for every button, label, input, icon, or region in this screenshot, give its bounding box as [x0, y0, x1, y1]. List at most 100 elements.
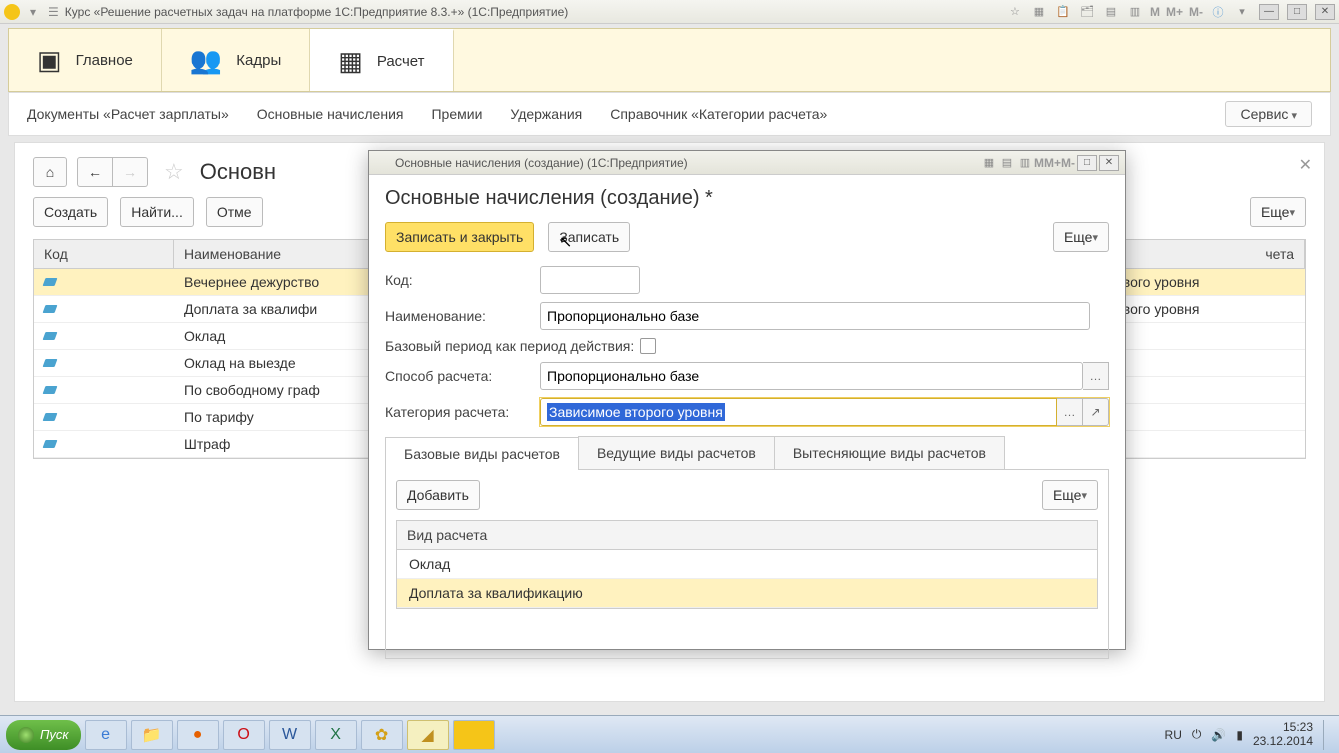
subnav-bonuses[interactable]: Премии [431, 106, 482, 122]
find-button[interactable]: Найти... [120, 197, 194, 227]
help-icon[interactable]: ⓘ [1209, 3, 1227, 21]
task-firefox[interactable]: ● [177, 720, 219, 750]
toolbar-icon[interactable]: ▦ [1030, 3, 1048, 21]
clock[interactable]: 15:23 23.12.2014 [1253, 721, 1313, 747]
dialog-m[interactable]: M [1034, 156, 1044, 170]
category-select[interactable]: Зависимое второго уровня [540, 398, 1057, 426]
subnav-categories[interactable]: Справочник «Категории расчета» [610, 106, 827, 122]
create-dialog: Основные начисления (создание) (1С:Предп… [368, 150, 1126, 650]
cell-category [1105, 404, 1305, 430]
m-button[interactable]: M [1150, 5, 1160, 19]
calculator-icon: ▦ [338, 46, 363, 77]
toolbar-icon[interactable]: ▤ [1102, 3, 1120, 21]
cell-category [1105, 431, 1305, 457]
dialog-m-plus[interactable]: M+ [1044, 156, 1061, 170]
back-button[interactable]: ← [77, 157, 113, 187]
cell-category [1105, 377, 1305, 403]
lang-indicator[interactable]: RU [1165, 728, 1182, 742]
nav-label: Главное [76, 52, 133, 69]
save-button[interactable]: Записать [548, 222, 630, 252]
nav-tab-calc[interactable]: ▦ Расчет [310, 29, 453, 91]
create-button[interactable]: Создать [33, 197, 108, 227]
m-plus-button[interactable]: M+ [1166, 5, 1183, 19]
dialog-m-minus[interactable]: M- [1061, 156, 1075, 170]
nav-tab-staff[interactable]: 👥 Кадры [162, 29, 310, 91]
name-input[interactable] [540, 302, 1090, 330]
inner-row[interactable]: Оклад [397, 550, 1097, 579]
toolbar-icon[interactable]: ☆ [1006, 3, 1024, 21]
dialog-tool-icon[interactable]: ▥ [1016, 154, 1034, 172]
dialog-more-button[interactable]: Еще [1053, 222, 1109, 252]
task-ie[interactable]: e [85, 720, 127, 750]
method-select-button[interactable]: … [1083, 362, 1109, 390]
cell-category: рвого уровня [1105, 269, 1305, 295]
tab-base-types[interactable]: Базовые виды расчетов [385, 437, 579, 470]
windows-orb-icon [18, 727, 34, 743]
code-input[interactable] [540, 266, 640, 294]
inner-grid-header[interactable]: Вид расчета [397, 521, 1097, 550]
method-select[interactable] [540, 362, 1083, 390]
tray-icon[interactable]: ⏻ [1192, 727, 1202, 742]
task-1c[interactable] [453, 720, 495, 750]
titlebar-menu-icon[interactable]: ▾ [30, 5, 36, 19]
task-word[interactable]: W [269, 720, 311, 750]
col-code[interactable]: Код [34, 240, 174, 268]
start-button[interactable]: Пуск [6, 720, 81, 750]
show-desktop[interactable] [1323, 720, 1333, 750]
close-tab-icon[interactable]: ✕ [1299, 155, 1312, 175]
col-category[interactable]: чета [1105, 240, 1305, 268]
inner-grid: Вид расчета Оклад Доплата за квалификаци… [396, 520, 1098, 609]
task-excel[interactable]: X [315, 720, 357, 750]
favorite-icon[interactable]: ☆ [164, 159, 184, 185]
task-opera[interactable]: O [223, 720, 265, 750]
category-select-button[interactable]: … [1057, 398, 1083, 426]
row-icon [43, 440, 58, 448]
subnav-deductions[interactable]: Удержания [510, 106, 582, 122]
add-button[interactable]: Добавить [396, 480, 480, 510]
panel-more-button[interactable]: Еще [1042, 480, 1098, 510]
system-tray: RU ⏻ 🔊 ▮ 15:23 23.12.2014 [1165, 720, 1333, 750]
forward-button[interactable]: → [113, 157, 148, 187]
category-open-button[interactable]: ↗ [1083, 398, 1109, 426]
base-period-checkbox[interactable] [640, 338, 656, 354]
network-icon[interactable]: ▮ [1236, 728, 1243, 742]
cancel-search-button[interactable]: Отме [206, 197, 263, 227]
app-titlebar: ▾ ☰ Курс «Решение расчетных задач на пла… [0, 0, 1339, 24]
close-button[interactable]: ✕ [1315, 4, 1335, 20]
task-explorer[interactable]: 📁 [131, 720, 173, 750]
subnav-main-accruals[interactable]: Основные начисления [257, 106, 404, 122]
dialog-maximize-button[interactable]: □ [1077, 155, 1097, 171]
dialog-tool-icon[interactable]: ▦ [980, 154, 998, 172]
service-button[interactable]: Сервис [1225, 101, 1312, 127]
home-button[interactable]: ⌂ [33, 157, 67, 187]
more-button[interactable]: Еще [1250, 197, 1306, 227]
m-minus-button[interactable]: M- [1189, 5, 1203, 19]
row-icon [43, 386, 58, 394]
nav-tab-main[interactable]: ▣ Главное [9, 29, 162, 91]
titlebar-recent-icon[interactable]: ☰ [48, 5, 59, 19]
help-dropdown-icon[interactable]: ▾ [1233, 3, 1251, 21]
dialog-tool-icon[interactable]: ▤ [998, 154, 1016, 172]
row-icon [43, 359, 58, 367]
toolbar-icon[interactable]: ▥ [1126, 3, 1144, 21]
task-app2[interactable]: ◢ [407, 720, 449, 750]
name-label: Наименование: [385, 308, 540, 324]
tab-leading-types[interactable]: Ведущие виды расчетов [578, 436, 775, 469]
tab-displacing-types[interactable]: Вытесняющие виды расчетов [774, 436, 1005, 469]
nav-label: Расчет [377, 53, 425, 70]
subnav-documents[interactable]: Документы «Расчет зарплаты» [27, 106, 229, 122]
dialog-close-button[interactable]: ✕ [1099, 155, 1119, 171]
save-and-close-button[interactable]: Записать и закрыть [385, 222, 534, 252]
dialog-icon [375, 156, 389, 170]
toolbar-icon[interactable]: 📋 [1054, 3, 1072, 21]
minimize-button[interactable]: — [1259, 4, 1279, 20]
task-app1[interactable]: ✿ [361, 720, 403, 750]
maximize-button[interactable]: □ [1287, 4, 1307, 20]
toolbar-icon[interactable]: 🗂 [1078, 3, 1096, 21]
row-icon [43, 413, 58, 421]
category-value: Зависимое второго уровня [547, 403, 725, 421]
dialog-titlebar[interactable]: Основные начисления (создание) (1С:Предп… [369, 151, 1125, 175]
inner-row[interactable]: Доплата за квалификацию [397, 579, 1097, 608]
dialog-window-title: Основные начисления (создание) (1С:Предп… [395, 156, 688, 170]
volume-icon[interactable]: 🔊 [1211, 728, 1226, 742]
